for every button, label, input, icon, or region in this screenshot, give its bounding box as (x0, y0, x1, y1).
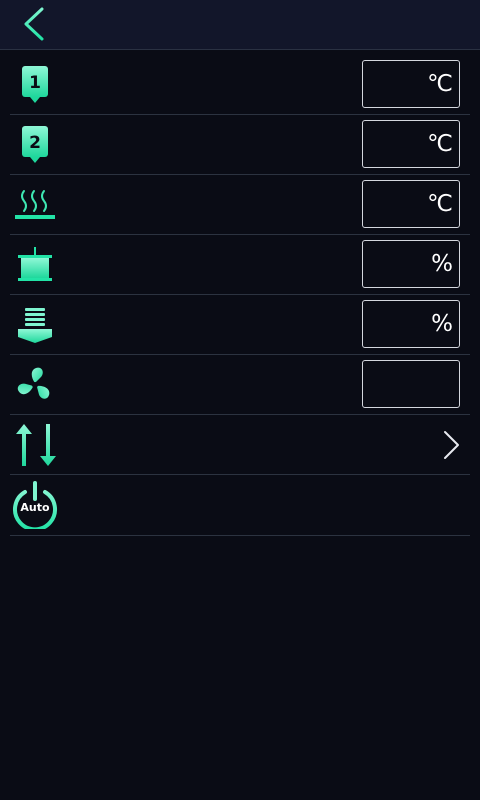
row-auto-power-off[interactable]: Auto (10, 475, 470, 536)
row-nozzle-2-temperature: 2 ℃ (10, 115, 470, 175)
chevron-right-icon[interactable] (436, 430, 466, 460)
settings-list: 1 ℃ 2 ℃ ℃ % % Auto (10, 55, 470, 536)
nozzle-2-icon: 2 (10, 115, 60, 174)
unit-label: % (431, 251, 453, 277)
auto-power-icon[interactable]: Auto (10, 475, 60, 534)
up-down-arrows-icon (10, 415, 60, 474)
heated-bed-temperature-field[interactable]: ℃ (362, 180, 460, 228)
nozzle-1-badge: 1 (29, 73, 41, 93)
nozzle-1-icon: 1 (10, 55, 60, 114)
header-bar (0, 0, 480, 50)
back-button[interactable] (14, 4, 54, 44)
row-print-speed: % (10, 235, 470, 295)
auto-label: Auto (20, 501, 50, 514)
row-nozzle-1-temperature: 1 ℃ (10, 55, 470, 115)
row-fan-speed (10, 355, 470, 415)
unit-label: ℃ (427, 191, 453, 217)
heated-bed-icon (10, 175, 60, 234)
unit-label: ℃ (427, 71, 453, 97)
nozzle-1-temperature-field[interactable]: ℃ (362, 60, 460, 108)
row-heated-bed-temperature: ℃ (10, 175, 470, 235)
print-speed-icon (10, 235, 60, 294)
print-speed-field[interactable]: % (362, 240, 460, 288)
fan-icon (10, 355, 60, 414)
row-flow-rate: % (10, 295, 470, 355)
flow-rate-icon (10, 295, 60, 354)
nozzle-2-temperature-field[interactable]: ℃ (362, 120, 460, 168)
row-feed-retract[interactable] (10, 415, 470, 475)
flow-rate-field[interactable]: % (362, 300, 460, 348)
fan-speed-field[interactable] (362, 360, 460, 408)
chevron-left-icon (24, 7, 44, 41)
unit-label: ℃ (427, 131, 453, 157)
unit-label: % (431, 311, 453, 337)
nozzle-2-badge: 2 (29, 133, 41, 153)
